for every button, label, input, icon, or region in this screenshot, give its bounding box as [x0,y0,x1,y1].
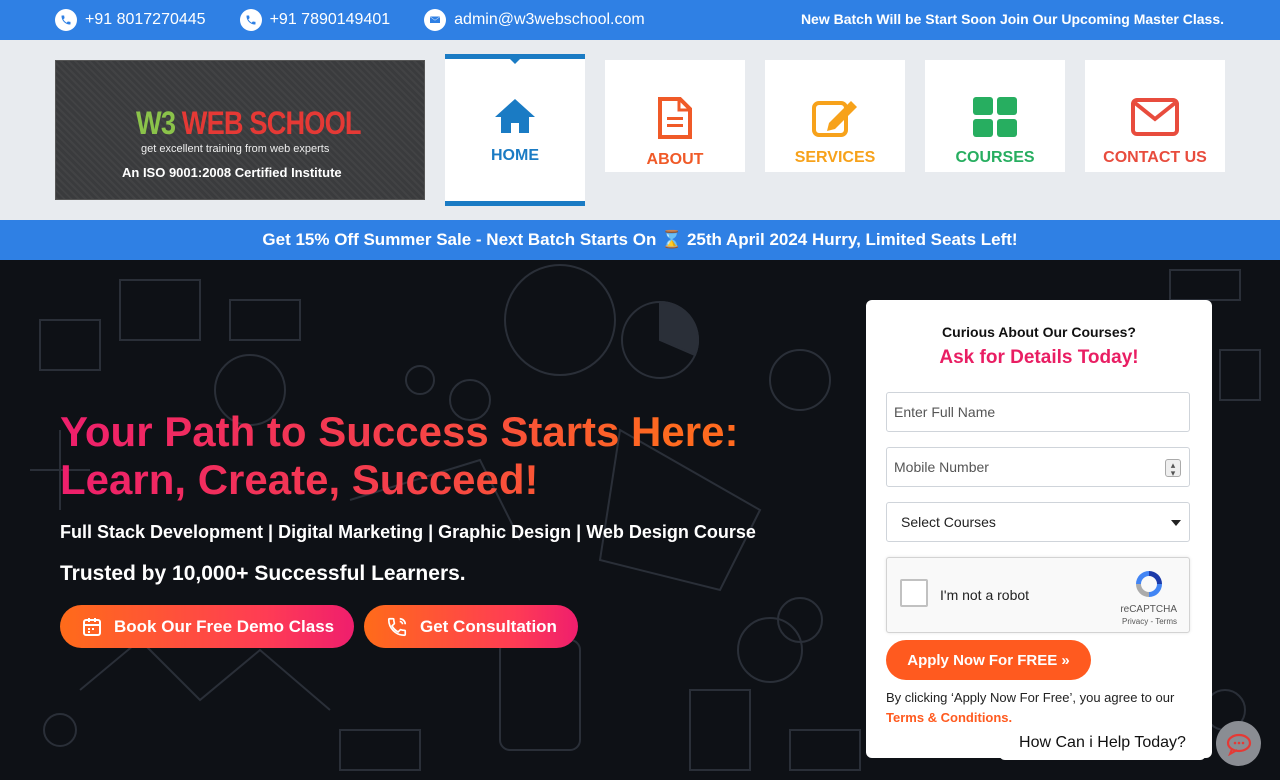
hero-headline: Your Path to Success Starts Here: Learn,… [60,408,820,504]
edit-icon [812,101,857,137]
calendar-icon [83,617,101,636]
site-header: W3 WEB SCHOOL get excellent training fro… [0,40,1280,220]
home-icon [495,99,535,133]
site-logo[interactable]: W3 WEB SCHOOL get excellent training fro… [55,60,425,200]
terms-link[interactable]: Terms & Conditions. [886,710,1012,725]
hero-trusted: Trusted by 10,000+ Successful Learners. [60,562,466,585]
recaptcha-logo-icon [1136,571,1162,597]
chevron-down-icon [1171,520,1181,526]
book-demo-label: Book Our Free Demo Class [114,616,335,636]
email-contact[interactable]: admin@w3webschool.com [424,9,645,31]
get-consultation-button[interactable]: Get Consultation [364,605,578,648]
phone-contact-1[interactable]: +91 8017270445 [55,9,206,31]
agreement-sentence: By clicking ‘Apply Now For Free’, you ag… [886,690,1175,705]
recaptcha-brand: reCAPTCHA [1120,604,1177,615]
top-bar: +91 8017270445 +91 7890149401 admin@w3we… [0,0,1280,40]
document-icon [658,97,692,139]
nav-contact[interactable]: CONTACT US [1085,60,1225,172]
nav-services-label: SERVICES [794,149,876,166]
mobile-number-input[interactable]: Mobile Number ▴ ▾ [886,447,1190,487]
hero-section: Your Path to Success Starts Here: Learn,… [0,260,1280,780]
phone-contact-2[interactable]: +91 7890149401 [239,9,391,31]
nav-courses-label: COURSES [955,149,1035,166]
mobile-placeholder: Mobile Number [894,459,989,475]
recaptcha-label: I'm not a robot [940,587,1030,603]
nav-home[interactable]: HOME [445,54,585,206]
recaptcha-terms[interactable]: Privacy - Terms [1122,617,1177,626]
nav-services[interactable]: SERVICES [765,60,905,172]
number-spinner-icon[interactable]: ▴ ▾ [1165,459,1181,478]
logo-iso-text: An ISO 9001:2008 Certified Institute [122,165,342,180]
envelope-icon [1131,98,1179,136]
logo-brand: W3 WEB SCHOOL [136,105,362,141]
form-heading: Ask for Details Today! [939,347,1139,368]
course-select[interactable]: Select Courses [886,502,1190,542]
nav-about[interactable]: ABOUT [605,60,745,172]
phone-number-1: +91 8017270445 [85,11,206,28]
headline-line-2: Learn, Create, Succeed! [60,456,539,503]
phone-icon [239,9,262,31]
headline-line-1: Your Path to Success Starts Here: [60,408,739,455]
announcement-text: New Batch Will be Start Soon Join Our Up… [800,11,1224,27]
full-name-input[interactable]: Enter Full Name [886,392,1190,432]
logo-tagline: get excellent training from web experts [141,143,330,155]
email-address: admin@w3webschool.com [454,11,645,28]
get-consultation-label: Get Consultation [420,616,557,636]
form-question: Curious About Our Courses? [942,324,1136,340]
apply-now-button[interactable]: Apply Now For FREE » [886,640,1091,680]
book-demo-button[interactable]: Book Our Free Demo Class [60,605,354,648]
nav-home-label: HOME [491,147,539,164]
chat-icon [1226,733,1251,756]
email-icon [424,9,447,31]
recaptcha-checkbox[interactable] [900,579,928,607]
hero-subline: Full Stack Development | Digital Marketi… [60,522,756,542]
course-select-value: Select Courses [901,514,996,530]
phone-call-icon [387,617,407,636]
enquiry-form: Curious About Our Courses? Ask for Detai… [866,300,1212,758]
recaptcha-widget: I'm not a robot reCAPTCHA Privacy - Term… [886,557,1190,633]
nav-courses[interactable]: COURSES [925,60,1065,172]
chat-launcher-button[interactable] [1216,721,1261,766]
nav-about-label: ABOUT [646,151,704,168]
phone-icon [55,9,77,31]
phone-number-2: +91 7890149401 [269,11,391,28]
promo-banner[interactable]: Get 15% Off Summer Sale - Next Batch Sta… [0,220,1280,260]
grid-icon [973,97,1017,137]
chat-prompt-bubble[interactable]: How Can i Help Today? [999,726,1206,760]
nav-contact-label: CONTACT US [1103,149,1207,166]
agreement-text: By clicking ‘Apply Now For Free’, you ag… [886,688,1196,728]
